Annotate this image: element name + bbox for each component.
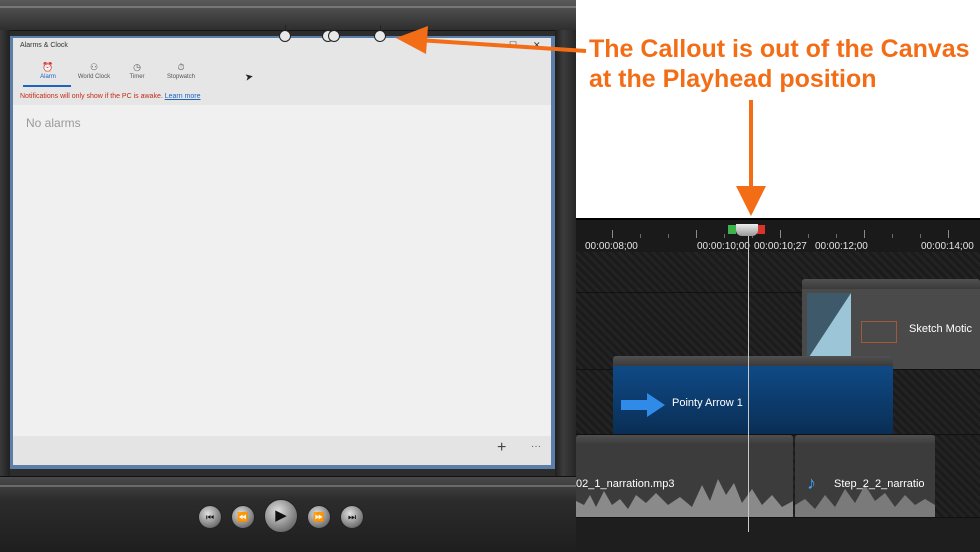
arrow-to-playhead-head [736, 186, 766, 216]
arrow-to-canvas [417, 38, 587, 53]
annotation-arrows [396, 26, 766, 216]
arrow-to-canvas-head [396, 26, 428, 54]
